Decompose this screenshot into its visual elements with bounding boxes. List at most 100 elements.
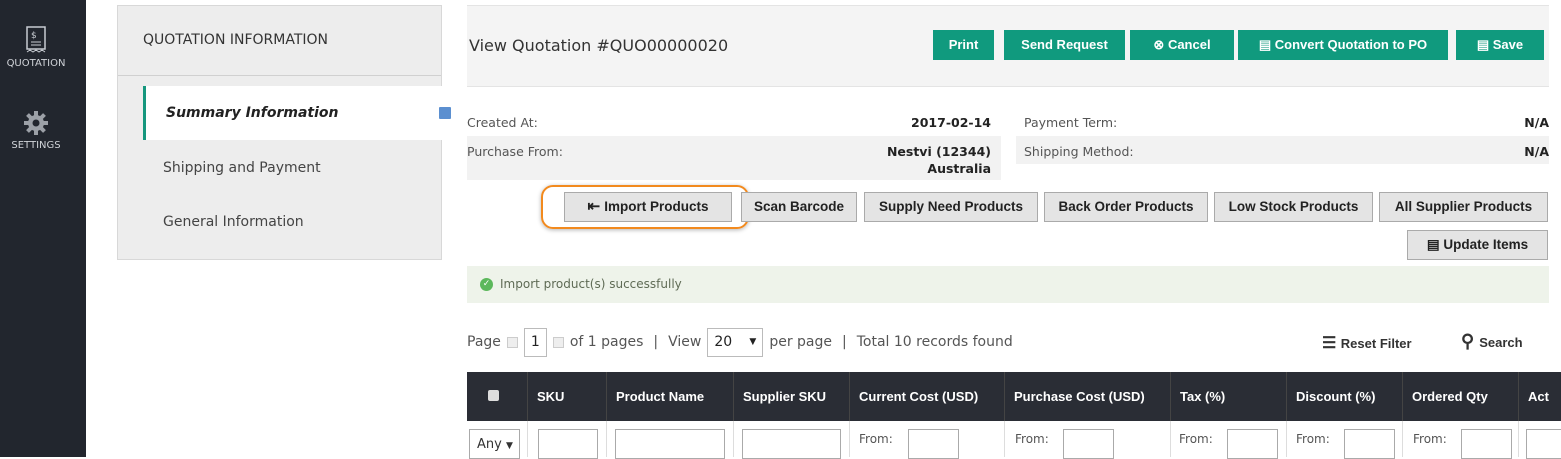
ordered-qty-from-input[interactable] xyxy=(1461,429,1512,459)
tax-from-input[interactable] xyxy=(1227,429,1278,459)
message-text: Import product(s) successfully xyxy=(500,277,682,291)
sidebar-item-settings[interactable]: SETTINGS xyxy=(0,110,72,151)
nav-general-information[interactable]: General Information xyxy=(143,195,443,249)
view-label: View xyxy=(668,334,702,350)
nav-summary-information[interactable]: Summary Information xyxy=(143,86,451,140)
column-header[interactable]: Act xyxy=(1518,372,1561,421)
from-label: From: xyxy=(1015,432,1049,446)
save-icon: ▤ xyxy=(1258,37,1275,52)
from-label: From: xyxy=(1179,432,1213,446)
cancel-button[interactable]: ⊗ Cancel xyxy=(1130,30,1234,60)
filter-cell: From: xyxy=(1286,421,1402,459)
column-header[interactable]: Purchase Cost (USD) xyxy=(1004,372,1170,421)
created-at-label: Created At: xyxy=(467,115,538,130)
filter-cell: From: xyxy=(849,421,1004,459)
column-header[interactable]: Supplier SKU xyxy=(733,372,849,421)
cancel-icon: ⊗ xyxy=(1153,37,1168,52)
button-label: Convert Quotation to PO xyxy=(1274,37,1428,52)
sku-filter-input[interactable] xyxy=(538,429,598,459)
button-label: Update Items xyxy=(1443,237,1529,252)
page-label: Page xyxy=(467,334,501,350)
select-all-checkbox[interactable] xyxy=(488,390,499,401)
from-label: From: xyxy=(859,432,893,446)
page-title: View Quotation #QUO00000020 xyxy=(469,36,729,55)
filter-cell: From: xyxy=(1170,421,1286,459)
page-input[interactable]: 1 xyxy=(523,327,547,357)
pagination: Page 1 of 1 pages | View 20 ▼ per page | … xyxy=(467,327,1013,357)
column-header[interactable]: Discount (%) xyxy=(1286,372,1402,421)
column-header[interactable]: Current Cost (USD) xyxy=(849,372,1004,421)
column-header[interactable]: Tax (%) xyxy=(1170,372,1286,421)
separator: | xyxy=(653,334,659,350)
svg-text:$: $ xyxy=(31,31,37,41)
product-name-filter-input[interactable] xyxy=(615,429,725,459)
search-button[interactable]: ⚲ Search xyxy=(1461,331,1523,352)
low-stock-products-button[interactable]: Low Stock Products xyxy=(1214,192,1373,222)
column-header[interactable]: SKU xyxy=(527,372,606,421)
purchase-from-country: Australia xyxy=(927,161,991,176)
divider xyxy=(118,75,441,76)
gear-icon xyxy=(24,111,48,135)
sidebar-item-quotation[interactable]: $ QUOTATION xyxy=(0,26,72,69)
nav-shipping-and-payment[interactable]: Shipping and Payment xyxy=(143,141,443,195)
dropdown-arrow-icon: ▼ xyxy=(749,337,757,347)
per-page-value: 20 xyxy=(714,334,733,350)
supplier-sku-filter-input[interactable] xyxy=(742,429,841,459)
table-header: SKU Product Name Supplier SKU Current Co… xyxy=(467,372,1561,421)
nav-label: Summary Information xyxy=(166,105,339,121)
filter-cell: Any ▼ xyxy=(467,421,527,459)
per-page-select[interactable]: 20 ▼ xyxy=(707,327,764,357)
sidebar-item-label: SETTINGS xyxy=(11,140,61,151)
current-cost-from-input[interactable] xyxy=(908,429,959,459)
check-circle-icon: ✓ xyxy=(480,278,493,291)
filter-cell xyxy=(606,421,733,459)
success-message: ✓ Import product(s) successfully xyxy=(467,266,1549,303)
total-records: Total 10 records found xyxy=(856,334,1013,350)
payment-term-value: N/A xyxy=(1524,115,1549,130)
save-button[interactable]: ▤ Save xyxy=(1456,30,1544,60)
supply-need-products-button[interactable]: Supply Need Products xyxy=(864,192,1038,222)
save-icon: ▤ xyxy=(1426,237,1444,252)
print-button[interactable]: Print xyxy=(933,30,994,60)
separator: | xyxy=(842,334,847,350)
dropdown-arrow-icon: ▼ xyxy=(505,441,513,451)
all-supplier-products-button[interactable]: All Supplier Products xyxy=(1379,192,1548,222)
page-header: View Quotation #QUO00000020 Print Send R… xyxy=(467,5,1549,87)
reset-filter-button[interactable]: ☰ Reset Filter xyxy=(1322,333,1412,353)
select-all-cell xyxy=(467,372,527,421)
button-label: Cancel xyxy=(1167,37,1211,52)
column-header[interactable]: Product Name xyxy=(606,372,733,421)
filter-cell: From: xyxy=(1004,421,1170,459)
nav-label: Shipping and Payment xyxy=(163,160,321,176)
select-filter[interactable]: Any ▼ xyxy=(469,429,520,459)
filter-cell xyxy=(733,421,849,459)
filter-cell: From: xyxy=(1402,421,1518,459)
send-request-button[interactable]: Send Request xyxy=(1004,30,1125,60)
highlight-outline xyxy=(541,185,749,229)
from-label: From: xyxy=(1413,432,1447,446)
payment-term-label: Payment Term: xyxy=(1024,115,1118,130)
update-items-button[interactable]: ▤ Update Items xyxy=(1407,230,1548,260)
created-at-value: 2017-02-14 xyxy=(911,115,991,130)
button-label: Search xyxy=(1479,335,1523,350)
page-count: of 1 pages xyxy=(569,334,644,350)
purchase-from-label: Purchase From: xyxy=(467,144,563,159)
search-icon: ⚲ xyxy=(1461,331,1480,351)
sidebar-item-label: QUOTATION xyxy=(6,58,66,69)
action-filter-input[interactable] xyxy=(1526,429,1561,459)
purchase-cost-from-input[interactable] xyxy=(1063,429,1114,459)
from-label: From: xyxy=(1296,432,1330,446)
shipping-method-value: N/A xyxy=(1524,144,1549,159)
filter-icon: ☰ xyxy=(1322,335,1341,352)
filter-cell xyxy=(1518,421,1561,459)
purchase-from-value: Nestvi (12344) xyxy=(886,144,991,159)
next-page-button[interactable] xyxy=(552,336,564,348)
back-order-products-button[interactable]: Back Order Products xyxy=(1044,192,1208,222)
prev-page-button[interactable] xyxy=(506,336,518,348)
per-page-label: per page xyxy=(769,334,833,350)
discount-from-input[interactable] xyxy=(1344,429,1395,459)
convert-to-po-button[interactable]: ▤ Convert Quotation to PO xyxy=(1238,30,1448,60)
column-header[interactable]: Ordered Qty xyxy=(1402,372,1518,421)
save-icon xyxy=(439,107,451,119)
scan-barcode-button[interactable]: Scan Barcode xyxy=(741,192,857,222)
